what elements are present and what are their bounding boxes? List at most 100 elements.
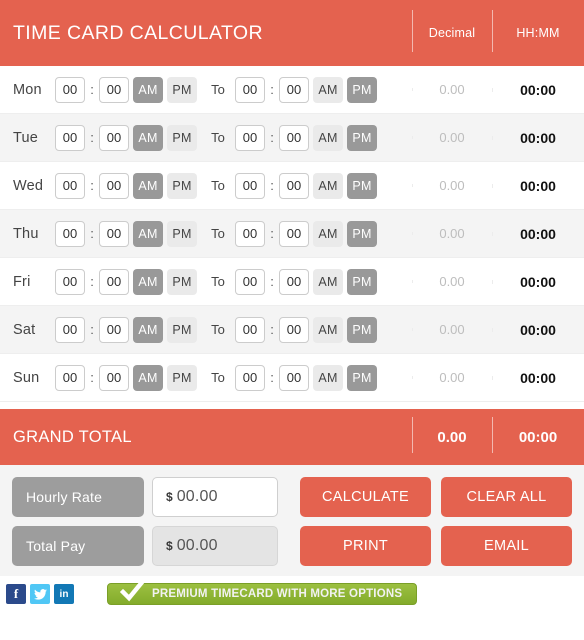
clock-in-am-button[interactable]: AM bbox=[133, 268, 163, 295]
clock-in-pm-button[interactable]: PM bbox=[167, 268, 197, 295]
clear-all-button[interactable]: CLEAR ALL bbox=[441, 477, 572, 517]
clock-out-hour-input[interactable] bbox=[235, 172, 265, 199]
clock-out-hour-input[interactable] bbox=[235, 76, 265, 103]
clock-in-am-button[interactable]: AM bbox=[133, 316, 163, 343]
clock-out-am-button[interactable]: AM bbox=[313, 172, 343, 199]
clock-out-pm-button[interactable]: PM bbox=[347, 316, 377, 343]
clock-in-group: : AMPM bbox=[55, 220, 197, 247]
clock-out-hour-input[interactable] bbox=[235, 220, 265, 247]
day-label: Sat bbox=[13, 321, 36, 338]
clock-in-group: : AMPM bbox=[55, 124, 197, 151]
clock-out-pm-button[interactable]: PM bbox=[347, 76, 377, 103]
clock-in-am-button[interactable]: AM bbox=[133, 124, 163, 151]
clock-out-minute-input[interactable] bbox=[279, 124, 309, 151]
linkedin-glyph: in bbox=[59, 588, 69, 600]
day-rows-list: Mon:AMPMTo:AMPM0.0000:00Tue:AMPMTo:AMPM0… bbox=[0, 66, 584, 402]
page-title: TIME CARD CALCULATOR bbox=[13, 21, 263, 44]
to-label: To bbox=[211, 274, 225, 289]
clock-out-am-button[interactable]: AM bbox=[313, 316, 343, 343]
premium-timecard-button[interactable]: PREMIUM TIMECARD WITH MORE OPTIONS bbox=[107, 578, 418, 605]
clock-in-pm-button[interactable]: PM bbox=[167, 316, 197, 343]
clock-out-group: : AMPM bbox=[235, 124, 377, 151]
row-decimal-total: 0.00 bbox=[412, 178, 492, 193]
calculate-button[interactable]: CALCULATE bbox=[300, 477, 431, 517]
clock-in-minute-input[interactable] bbox=[99, 172, 129, 199]
social-links: f in bbox=[6, 584, 74, 604]
clock-in-am-button[interactable]: AM bbox=[133, 172, 163, 199]
clock-in-pm-button[interactable]: PM bbox=[167, 364, 197, 391]
clock-in-pm-button[interactable]: PM bbox=[167, 124, 197, 151]
row-decimal-total: 0.00 bbox=[412, 130, 492, 145]
grand-total-hhmm-value: 00:00 bbox=[492, 416, 584, 453]
clock-out-group: : AMPM bbox=[235, 172, 377, 199]
facebook-icon[interactable]: f bbox=[6, 584, 26, 604]
clock-out-pm-button[interactable]: PM bbox=[347, 172, 377, 199]
clock-in-am-button[interactable]: AM bbox=[133, 220, 163, 247]
day-row: Tue:AMPMTo:AMPM0.0000:00 bbox=[0, 114, 584, 162]
clock-out-minute-input[interactable] bbox=[279, 268, 309, 295]
to-label: To bbox=[211, 130, 225, 145]
grand-total-decimal-value: 0.00 bbox=[412, 416, 492, 453]
clock-in-hour-input[interactable] bbox=[55, 316, 85, 343]
day-row: Fri:AMPMTo:AMPM0.0000:00 bbox=[0, 258, 584, 306]
clock-out-minute-input[interactable] bbox=[279, 364, 309, 391]
clock-out-minute-input[interactable] bbox=[279, 220, 309, 247]
total-pay-output: $ 00.00 bbox=[152, 526, 278, 566]
clock-in-hour-input[interactable] bbox=[55, 268, 85, 295]
row-hhmm-total: 00:00 bbox=[492, 178, 584, 194]
clock-in-minute-input[interactable] bbox=[99, 76, 129, 103]
clock-in-hour-input[interactable] bbox=[55, 364, 85, 391]
clock-out-am-button[interactable]: AM bbox=[313, 364, 343, 391]
day-label: Tue bbox=[13, 129, 39, 146]
clock-out-pm-button[interactable]: PM bbox=[347, 364, 377, 391]
clock-in-hour-input[interactable] bbox=[55, 172, 85, 199]
clock-in-minute-input[interactable] bbox=[99, 220, 129, 247]
time-card-calculator-app: TIME CARD CALCULATOR Decimal HH:MM Mon: A… bbox=[0, 0, 584, 640]
time-colon-separator: : bbox=[90, 322, 94, 337]
total-pay-label: Total Pay bbox=[12, 526, 144, 566]
clock-in-am-button[interactable]: AM bbox=[133, 364, 163, 391]
facebook-glyph: f bbox=[13, 586, 19, 601]
clock-in-pm-button[interactable]: PM bbox=[167, 76, 197, 103]
twitter-icon[interactable] bbox=[30, 584, 50, 604]
rate-fields-group: Hourly Rate $ 00.00 Total Pay $ 00.00 bbox=[12, 477, 278, 566]
print-button[interactable]: PRINT bbox=[300, 526, 431, 566]
clock-out-hour-input[interactable] bbox=[235, 316, 265, 343]
clock-in-group: : AMPM bbox=[55, 316, 197, 343]
email-button[interactable]: EMAIL bbox=[441, 526, 572, 566]
clock-out-hour-input[interactable] bbox=[235, 124, 265, 151]
clock-in-hour-input[interactable] bbox=[55, 124, 85, 151]
clock-out-am-button[interactable]: AM bbox=[313, 124, 343, 151]
clock-out-minute-input[interactable] bbox=[279, 316, 309, 343]
clock-out-hour-input[interactable] bbox=[235, 268, 265, 295]
clock-out-pm-button[interactable]: PM bbox=[347, 124, 377, 151]
to-label: To bbox=[211, 178, 225, 193]
clock-out-pm-button[interactable]: PM bbox=[347, 268, 377, 295]
clock-out-am-button[interactable]: AM bbox=[313, 220, 343, 247]
linkedin-icon[interactable]: in bbox=[54, 584, 74, 604]
clock-in-minute-input[interactable] bbox=[99, 124, 129, 151]
clock-in-hour-input[interactable] bbox=[55, 76, 85, 103]
day-label: Fri bbox=[13, 273, 31, 290]
clock-in-hour-input[interactable] bbox=[55, 220, 85, 247]
clock-out-pm-button[interactable]: PM bbox=[347, 220, 377, 247]
clock-out-minute-input[interactable] bbox=[279, 172, 309, 199]
hourly-rate-value: 00.00 bbox=[176, 488, 218, 505]
clock-in-minute-input[interactable] bbox=[99, 268, 129, 295]
clock-out-am-button[interactable]: AM bbox=[313, 76, 343, 103]
day-label: Wed bbox=[13, 177, 44, 194]
clock-out-group: : AMPM bbox=[235, 220, 377, 247]
controls-panel: Hourly Rate $ 00.00 Total Pay $ 00.00 CA… bbox=[0, 465, 584, 576]
clock-in-pm-button[interactable]: PM bbox=[167, 172, 197, 199]
clock-out-minute-input[interactable] bbox=[279, 76, 309, 103]
clock-in-minute-input[interactable] bbox=[99, 316, 129, 343]
clock-out-hour-input[interactable] bbox=[235, 364, 265, 391]
total-pay-row: Total Pay $ 00.00 bbox=[12, 526, 278, 566]
hourly-rate-input[interactable]: $ 00.00 bbox=[152, 477, 278, 517]
clock-in-pm-button[interactable]: PM bbox=[167, 220, 197, 247]
hourly-rate-label: Hourly Rate bbox=[12, 477, 144, 517]
clock-in-am-button[interactable]: AM bbox=[133, 76, 163, 103]
clock-out-group: : AMPM bbox=[235, 76, 377, 103]
clock-in-minute-input[interactable] bbox=[99, 364, 129, 391]
clock-out-am-button[interactable]: AM bbox=[313, 268, 343, 295]
